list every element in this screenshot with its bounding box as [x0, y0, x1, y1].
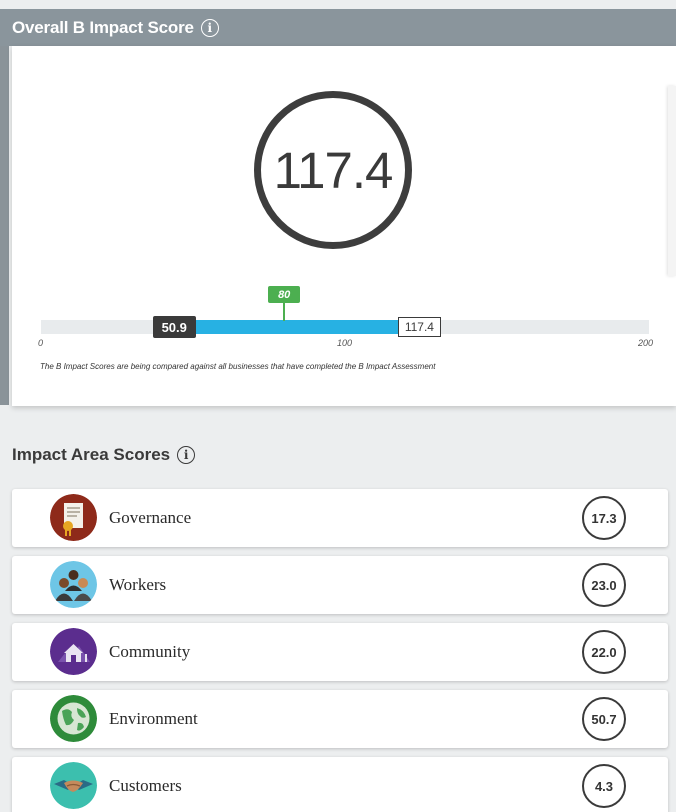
- customers-icon: [50, 762, 97, 809]
- median-score-marker: 50.9: [152, 316, 196, 338]
- card-edge: [668, 86, 676, 276]
- comparison-note: The B Impact Scores are being compared a…: [40, 362, 436, 371]
- qualification-marker: 80: [268, 286, 301, 303]
- area-label: Workers: [109, 575, 167, 594]
- area-label: Customers: [109, 776, 182, 795]
- area-label: Community: [109, 642, 191, 661]
- area-score: 4.3: [582, 764, 626, 808]
- impact-area-title-text: Impact Area Scores: [12, 445, 171, 464]
- info-icon[interactable]: i: [177, 446, 196, 464]
- area-score: 17.3: [582, 496, 626, 540]
- area-score: 23.0: [582, 563, 626, 607]
- area-score: 22.0: [582, 630, 626, 674]
- area-label: Governance: [109, 508, 192, 527]
- impact-area-governance[interactable]: Governance 17.3: [12, 489, 668, 547]
- governance-icon: [50, 494, 97, 541]
- impact-area-title: Impact Area Scores i: [12, 445, 196, 465]
- impact-area-environment[interactable]: Environment 50.7: [12, 690, 668, 748]
- tick-label-max: 200: [638, 338, 654, 348]
- environment-icon: [50, 695, 97, 742]
- impact-area-customers[interactable]: Customers 4.3: [12, 757, 668, 812]
- area-label: Environment: [109, 709, 198, 728]
- score-range-fill: [195, 320, 398, 334]
- tick-label-mid: 100: [337, 338, 353, 348]
- area-score: 50.7: [582, 697, 626, 741]
- overall-score-title: Overall B Impact Score: [12, 17, 194, 37]
- overall-score-circle: 117.4: [254, 91, 412, 249]
- company-score-marker: 117.4: [397, 317, 441, 337]
- left-stripe: [0, 45, 9, 405]
- community-icon: [50, 628, 97, 675]
- impact-area-community[interactable]: Community 22.0: [12, 623, 668, 681]
- overall-score-card: 117.4 80 50.9 117.4 0 100 200 The B Impa…: [12, 46, 676, 406]
- workers-icon: [50, 561, 97, 608]
- info-icon[interactable]: i: [200, 18, 219, 37]
- overall-score-header: Overall B Impact Score i: [0, 9, 676, 46]
- qualification-line: [283, 303, 286, 321]
- tick-label-min: 0: [38, 338, 44, 348]
- overall-score-value: 117.4: [273, 141, 394, 199]
- impact-area-workers[interactable]: Workers 23.0: [12, 556, 668, 614]
